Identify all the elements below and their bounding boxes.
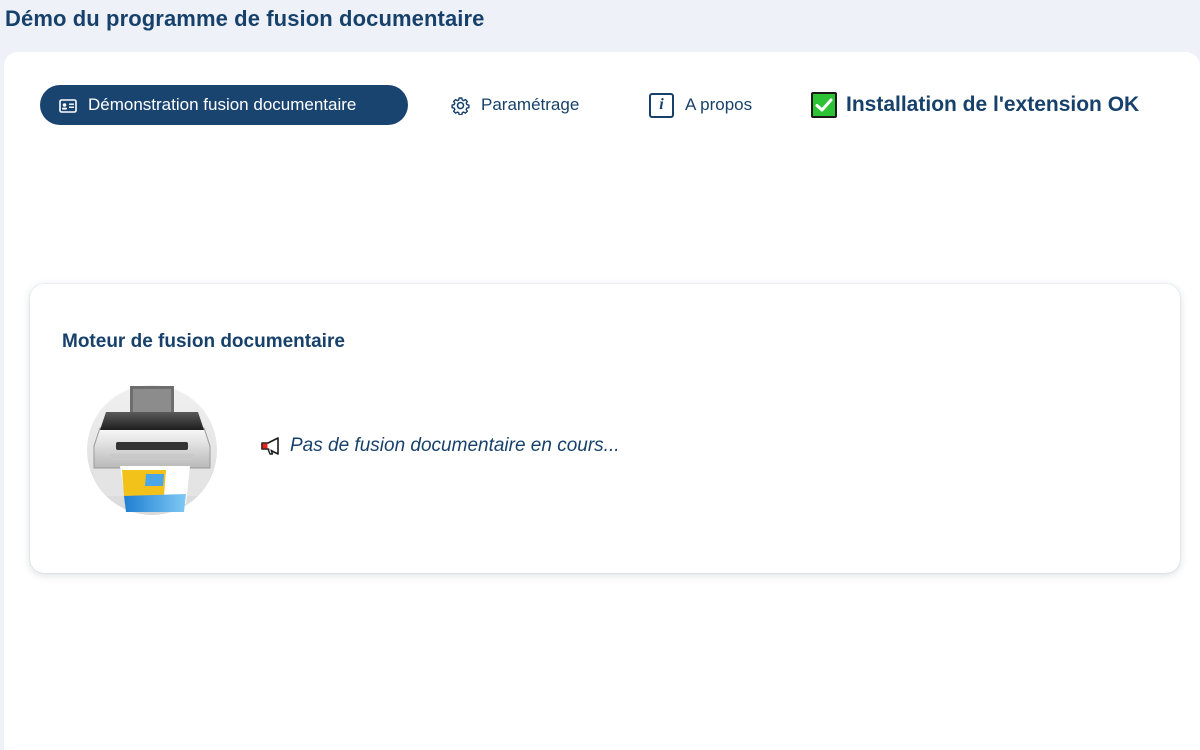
extension-status: Installation de l'extension OK <box>811 85 1139 125</box>
info-icon: i <box>649 92 674 118</box>
extension-status-label: Installation de l'extension OK <box>846 93 1140 116</box>
left-strip <box>0 150 4 750</box>
tab-demonstration-label: Démonstration fusion documentaire <box>88 95 357 114</box>
tab-parametrage[interactable]: Paramétrage <box>451 85 579 125</box>
tab-parametrage-label: Paramétrage <box>481 95 580 114</box>
tab-demonstration[interactable]: Démonstration fusion documentaire <box>40 85 408 125</box>
card-title: Moteur de fusion documentaire <box>62 331 345 352</box>
fusion-status-message: Pas de fusion documentaire en cours... <box>260 435 620 457</box>
fusion-status-text: Pas de fusion documentaire en cours... <box>290 435 620 456</box>
printer-icon <box>86 384 218 516</box>
checkmark-icon <box>811 92 837 118</box>
tab-a-propos-label: A propos <box>685 95 753 114</box>
id-card-icon <box>59 98 77 113</box>
megaphone-icon <box>260 437 284 455</box>
tab-a-propos[interactable]: i A propos <box>649 85 752 125</box>
gear-icon <box>451 96 470 115</box>
page-title: Démo du programme de fusion documentaire <box>5 6 485 31</box>
fusion-engine-card: Moteur de fusion documentaire Pas de fus… <box>30 284 1180 573</box>
